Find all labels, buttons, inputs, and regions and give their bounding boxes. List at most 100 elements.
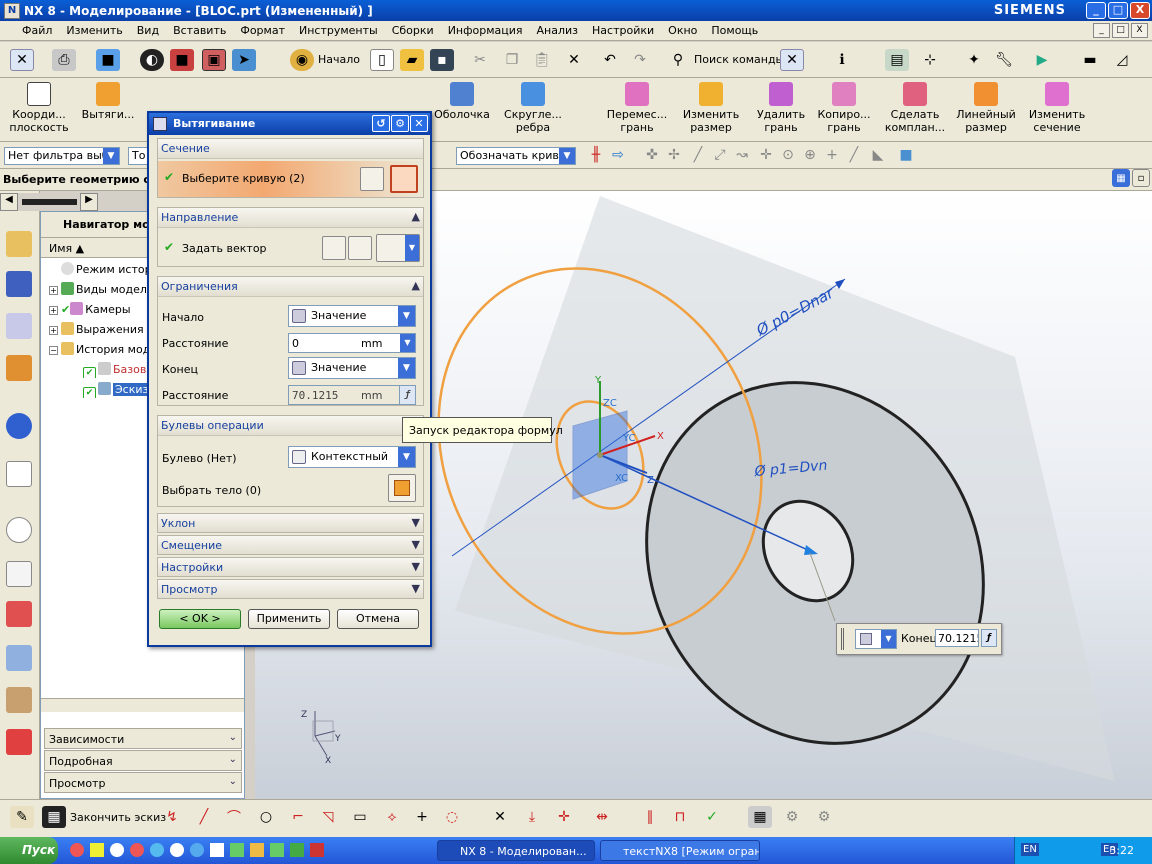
snap-body-icon[interactable]: ■ xyxy=(894,144,918,166)
type-filter-combo[interactable]: Нет фильтра выб ▼ xyxy=(4,147,120,165)
menu-tools[interactable]: Инструменты xyxy=(292,24,385,37)
finish-sketch-flag-icon[interactable]: ▦ xyxy=(42,806,66,828)
chevron-down-icon[interactable]: ▼ xyxy=(881,630,896,648)
chevron-down-icon[interactable]: ▼ xyxy=(559,148,575,164)
chevron-up-icon[interactable]: ▲ xyxy=(412,279,420,292)
clock-icon[interactable] xyxy=(6,517,32,543)
close-icon[interactable]: ✕ xyxy=(410,115,428,132)
start-icon[interactable]: ◉ xyxy=(290,49,314,71)
play-icon[interactable]: ▶ xyxy=(1030,49,1054,71)
menu-view[interactable]: Вид xyxy=(130,24,166,37)
snap-mid-icon[interactable]: ⤢ xyxy=(708,144,732,166)
quick-trim-icon[interactable]: ✕ xyxy=(488,806,512,828)
binoculars-icon[interactable]: ⚲ xyxy=(666,49,690,71)
section-dependencies[interactable]: Зависимости ⌄ xyxy=(44,728,242,749)
maximize-button[interactable]: □ xyxy=(1108,2,1128,19)
end-distance-input[interactable]: 70.1215 mm ƒ xyxy=(288,385,416,405)
curve-rule-combo[interactable]: Обозначать кривы ▼ xyxy=(456,147,576,165)
group-section-header[interactable]: Сечение xyxy=(158,139,423,159)
vector-dialog-icon[interactable] xyxy=(348,236,372,260)
formula-editor-icon[interactable]: ƒ xyxy=(399,386,415,404)
doc-close-button[interactable]: X xyxy=(1131,23,1148,38)
drag-grip-icon[interactable] xyxy=(841,628,853,650)
csys-icon[interactable]: ⊹ xyxy=(918,49,942,71)
scroll-left-icon[interactable]: ◀ xyxy=(0,193,18,211)
wrench-icon[interactable]: 🔧︎ xyxy=(992,49,1016,71)
point-icon[interactable]: + xyxy=(410,806,434,828)
shaded-cube-icon[interactable]: ■ xyxy=(170,49,194,71)
app-icon[interactable] xyxy=(310,843,324,857)
users-icon[interactable] xyxy=(6,687,32,713)
palette-icon[interactable] xyxy=(6,601,32,627)
chevron-down-icon[interactable]: ▼ xyxy=(103,148,119,164)
auto-constrain-icon[interactable]: ⊓ xyxy=(668,806,692,828)
chevron-down-icon[interactable]: ⌄ xyxy=(229,732,237,743)
line-icon[interactable]: ╱ xyxy=(192,806,216,828)
nav-hscroll[interactable] xyxy=(41,698,244,712)
snap-existing-icon[interactable]: + xyxy=(820,144,844,166)
menu-preferences[interactable]: Настройки xyxy=(585,24,661,37)
chevron-down-icon[interactable]: ▼ xyxy=(412,560,420,573)
cube-view-icon[interactable]: ■ xyxy=(96,49,120,71)
task-word[interactable]: текстNX8 [Режим огран... xyxy=(600,840,760,861)
quick-extend-icon[interactable]: ⤓ xyxy=(520,806,544,828)
edge-blend-button[interactable]: Скругле... ребра xyxy=(500,82,566,134)
snap-end-icon[interactable]: ✢ xyxy=(662,144,686,166)
part-navigator-icon[interactable]: ▤ xyxy=(885,49,909,71)
process-studio-icon[interactable] xyxy=(6,561,32,587)
minimize-button[interactable]: _ xyxy=(1086,2,1106,19)
selection-tool-icon[interactable]: ✕ xyxy=(780,49,804,71)
follow-fillet-icon[interactable]: ⇨ xyxy=(606,144,630,166)
menu-edit[interactable]: Изменить xyxy=(59,24,129,37)
copy-face-button[interactable]: Копиро... грань xyxy=(814,82,874,134)
close-window-button[interactable]: X xyxy=(1130,2,1150,19)
group-draft[interactable]: Уклон ▼ xyxy=(157,513,424,533)
extrude-button[interactable]: Вытяги... xyxy=(78,82,138,121)
make-coplanar-button[interactable]: Сделать комплан... xyxy=(882,82,948,134)
app-icon[interactable] xyxy=(90,843,104,857)
snap-curve-icon[interactable]: ↝ xyxy=(730,144,754,166)
group-preview[interactable]: Просмотр ▼ xyxy=(157,579,424,599)
group-limits-header[interactable]: Ограничения ▲ xyxy=(158,277,423,297)
reverse-direction-icon[interactable] xyxy=(322,236,346,260)
paste-icon[interactable]: 📋︎ xyxy=(530,49,554,71)
group-settings[interactable]: Настройки ▼ xyxy=(157,557,424,577)
datum-plane-button[interactable]: Коорди... плоскость xyxy=(6,82,72,134)
make-corner-icon[interactable]: ✛ xyxy=(552,806,576,828)
expand-icon[interactable]: + xyxy=(49,286,58,295)
snap-quadrant-icon[interactable]: ⊕ xyxy=(798,144,822,166)
select-curve-row[interactable]: ✔ Выберите кривую (2) xyxy=(158,161,423,197)
profile-icon[interactable]: ↯ xyxy=(160,806,184,828)
sketch-section-icon[interactable] xyxy=(360,167,384,191)
end-type-combo[interactable]: Значение ▼ xyxy=(288,357,416,379)
chevron-down-icon[interactable]: ▼ xyxy=(400,334,415,352)
scroll-right-icon[interactable]: ▶ xyxy=(80,193,98,211)
constraint-navigator-icon[interactable] xyxy=(6,271,32,297)
apply-button[interactable]: Применить xyxy=(248,609,330,629)
boolean-combo[interactable]: Контекстный ▼ xyxy=(288,446,416,468)
fillet-icon[interactable]: ⌐ xyxy=(286,806,310,828)
command-finder-label[interactable]: Поиск команды xyxy=(694,53,784,66)
resize-face-button[interactable]: Изменить размер xyxy=(680,82,742,134)
nx-app-icon[interactable]: N xyxy=(4,2,20,19)
start-type-combo[interactable]: Значение ▼ xyxy=(288,305,416,327)
chevron-down-icon[interactable]: ⌄ xyxy=(229,776,237,787)
constraints-icon[interactable]: ∥ xyxy=(638,806,662,828)
snap-icon[interactable]: ✦ xyxy=(962,49,986,71)
app-icon[interactable] xyxy=(230,843,244,857)
gear-icon[interactable]: ⚙ xyxy=(391,115,409,132)
menu-help[interactable]: Помощь xyxy=(704,24,765,37)
modify-section-button[interactable]: Изменить сечение xyxy=(1026,82,1088,134)
shell-button[interactable]: Оболочка xyxy=(430,82,494,121)
expand-icon[interactable]: + xyxy=(49,326,58,335)
collapse-icon[interactable]: − xyxy=(49,346,58,355)
start-menu-label[interactable]: Начало xyxy=(318,53,360,66)
chevron-down-icon[interactable]: ▼ xyxy=(412,516,420,529)
checkbox-icon[interactable]: ✔ xyxy=(83,367,96,378)
history-icon[interactable] xyxy=(6,461,32,487)
sort-up-icon[interactable]: ▲ xyxy=(76,242,84,255)
reuse-library-icon[interactable] xyxy=(6,355,32,381)
doc-minimize-button[interactable]: _ xyxy=(1093,23,1110,38)
chevron-down-icon[interactable]: ▼ xyxy=(412,538,420,551)
media-icon[interactable] xyxy=(170,843,184,857)
